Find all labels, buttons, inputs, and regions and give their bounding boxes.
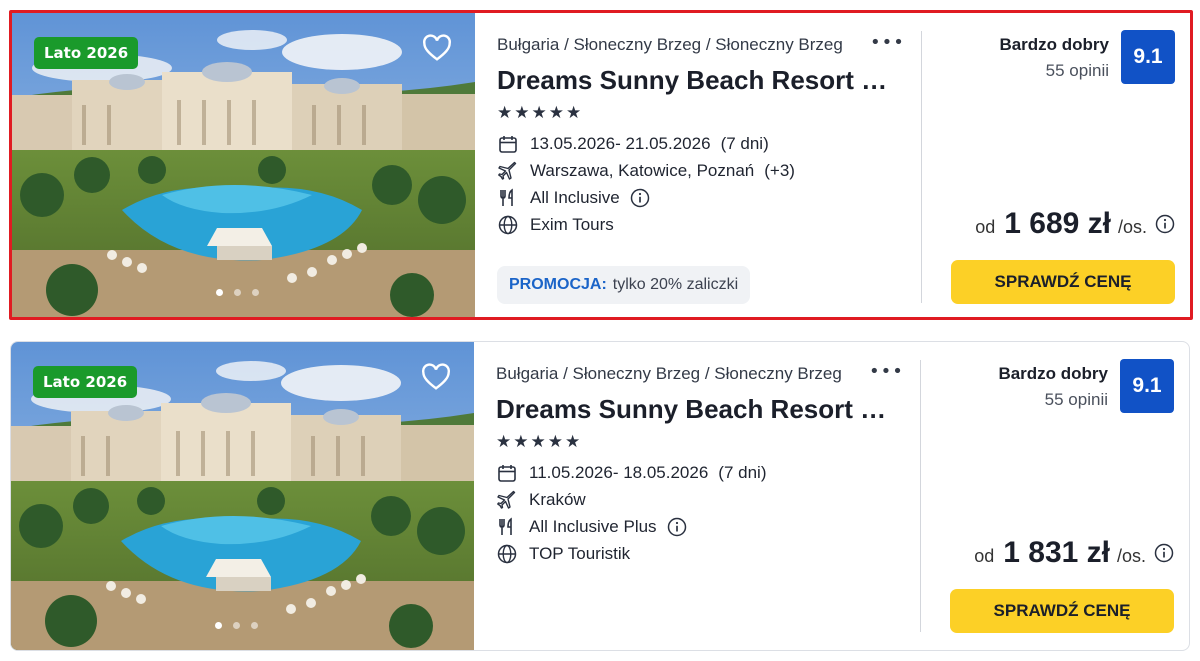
- plane-icon: [497, 160, 519, 182]
- promo-text: tylko 20% zaliczki: [612, 276, 739, 293]
- breadcrumb[interactable]: Bułgaria / Słoneczny Brzeg / Słoneczny B…: [496, 364, 842, 384]
- price-info-icon[interactable]: [1155, 214, 1175, 234]
- carousel-dots: [11, 622, 474, 629]
- carousel-dot[interactable]: [252, 289, 259, 296]
- divider: [920, 360, 921, 632]
- more-options-icon[interactable]: •••: [869, 363, 904, 381]
- departure-row: Kraków: [496, 488, 586, 512]
- globe-icon: [497, 214, 519, 236]
- season-tag: Lato 2026: [33, 366, 138, 398]
- breadcrumb[interactable]: Bułgaria / Słoneczny Brzeg / Słoneczny B…: [497, 35, 843, 55]
- promo-label: PROMOCJA:: [509, 276, 607, 293]
- operator-value: Exim Tours: [530, 215, 614, 234]
- offer-info: Bułgaria / Słoneczny Brzeg / Słoneczny B…: [496, 342, 918, 650]
- price-prefix: od: [975, 217, 996, 237]
- departure-extra[interactable]: (+3): [764, 161, 795, 181]
- dates-value: 11.05.2026- 18.05.2026: [529, 463, 709, 482]
- rating-label: Bardzo dobry: [998, 364, 1108, 383]
- offer-card[interactable]: Lato 2026 Bułgaria / Słoneczny Brzeg / S…: [9, 10, 1193, 320]
- operator-row: TOP Touristik: [496, 542, 630, 566]
- favorite-heart-icon[interactable]: [420, 32, 454, 64]
- rating-label: Bardzo dobry: [999, 35, 1109, 54]
- calendar-icon: [497, 133, 519, 155]
- favorite-heart-icon[interactable]: [419, 361, 453, 393]
- info-icon[interactable]: [667, 517, 687, 537]
- price-info-icon[interactable]: [1154, 543, 1174, 563]
- board-row: All Inclusive: [497, 186, 650, 210]
- price-line: od 1 831 zł /os.: [974, 536, 1174, 570]
- offer-side: Bardzo dobry 55 opinii 9.1 od 1 689 zł /…: [937, 13, 1182, 317]
- departure-value: Kraków: [529, 490, 586, 509]
- hotel-stars: ★★★★★: [497, 103, 584, 123]
- carousel-dots: [12, 289, 475, 296]
- calendar-icon: [496, 462, 518, 484]
- cutlery-icon: [496, 516, 518, 538]
- hotel-photo[interactable]: Lato 2026: [11, 342, 474, 650]
- price-prefix: od: [974, 546, 995, 566]
- info-icon[interactable]: [630, 188, 650, 208]
- duration-value: (7 dni): [720, 134, 769, 153]
- duration-value: (7 dni): [718, 463, 767, 482]
- globe-icon: [496, 543, 518, 565]
- dates-value: 13.05.2026- 21.05.2026: [530, 134, 711, 153]
- promo-badge: PROMOCJA: tylko 20% zaliczki: [497, 266, 751, 304]
- price-value: 1 689 zł: [1004, 207, 1111, 240]
- check-price-button[interactable]: SPRAWDŹ CENĘ: [951, 260, 1175, 304]
- carousel-dot[interactable]: [215, 622, 222, 629]
- departure-row: Warszawa, Katowice, Poznań (+3): [497, 159, 795, 183]
- price-value: 1 831 zł: [1003, 536, 1110, 569]
- reviews-count[interactable]: 55 opinii: [1045, 390, 1108, 410]
- rating-score: 9.1: [1120, 359, 1174, 413]
- price-line: od 1 689 zł /os.: [975, 207, 1175, 241]
- reviews-count[interactable]: 55 opinii: [1046, 61, 1109, 81]
- check-price-button[interactable]: SPRAWDŹ CENĘ: [950, 589, 1174, 633]
- carousel-dot[interactable]: [234, 289, 241, 296]
- hotel-name[interactable]: Dreams Sunny Beach Resort & Spa: [497, 65, 897, 96]
- hotel-name[interactable]: Dreams Sunny Beach Resort & Spa: [496, 394, 896, 425]
- cutlery-icon: [497, 187, 519, 209]
- season-tag: Lato 2026: [34, 37, 139, 69]
- operator-value: TOP Touristik: [529, 544, 631, 563]
- carousel-dot[interactable]: [251, 622, 258, 629]
- price-unit: /os.: [1117, 217, 1147, 237]
- carousel-dot[interactable]: [216, 289, 223, 296]
- plane-icon: [496, 489, 518, 511]
- offer-side: Bardzo dobry 55 opinii 9.1 od 1 831 zł /…: [936, 342, 1181, 650]
- dates-row: 11.05.2026- 18.05.2026 (7 dni): [496, 461, 766, 485]
- rating-score: 9.1: [1121, 30, 1175, 84]
- more-options-icon[interactable]: •••: [870, 34, 905, 52]
- board-value: All Inclusive Plus: [529, 517, 657, 536]
- hotel-photo[interactable]: Lato 2026: [12, 13, 475, 317]
- hotel-stars: ★★★★★: [496, 432, 583, 452]
- carousel-dot[interactable]: [233, 622, 240, 629]
- dates-row: 13.05.2026- 21.05.2026 (7 dni): [497, 132, 769, 156]
- divider: [921, 31, 922, 303]
- operator-row: Exim Tours: [497, 213, 614, 237]
- offer-card[interactable]: Lato 2026 Bułgaria / Słoneczny Brzeg / S…: [10, 341, 1190, 651]
- offer-info: Bułgaria / Słoneczny Brzeg / Słoneczny B…: [497, 13, 919, 317]
- departure-value: Warszawa, Katowice, Poznań: [530, 161, 755, 180]
- price-unit: /os.: [1116, 546, 1146, 566]
- board-value: All Inclusive: [530, 188, 620, 207]
- board-row: All Inclusive Plus: [496, 515, 687, 539]
